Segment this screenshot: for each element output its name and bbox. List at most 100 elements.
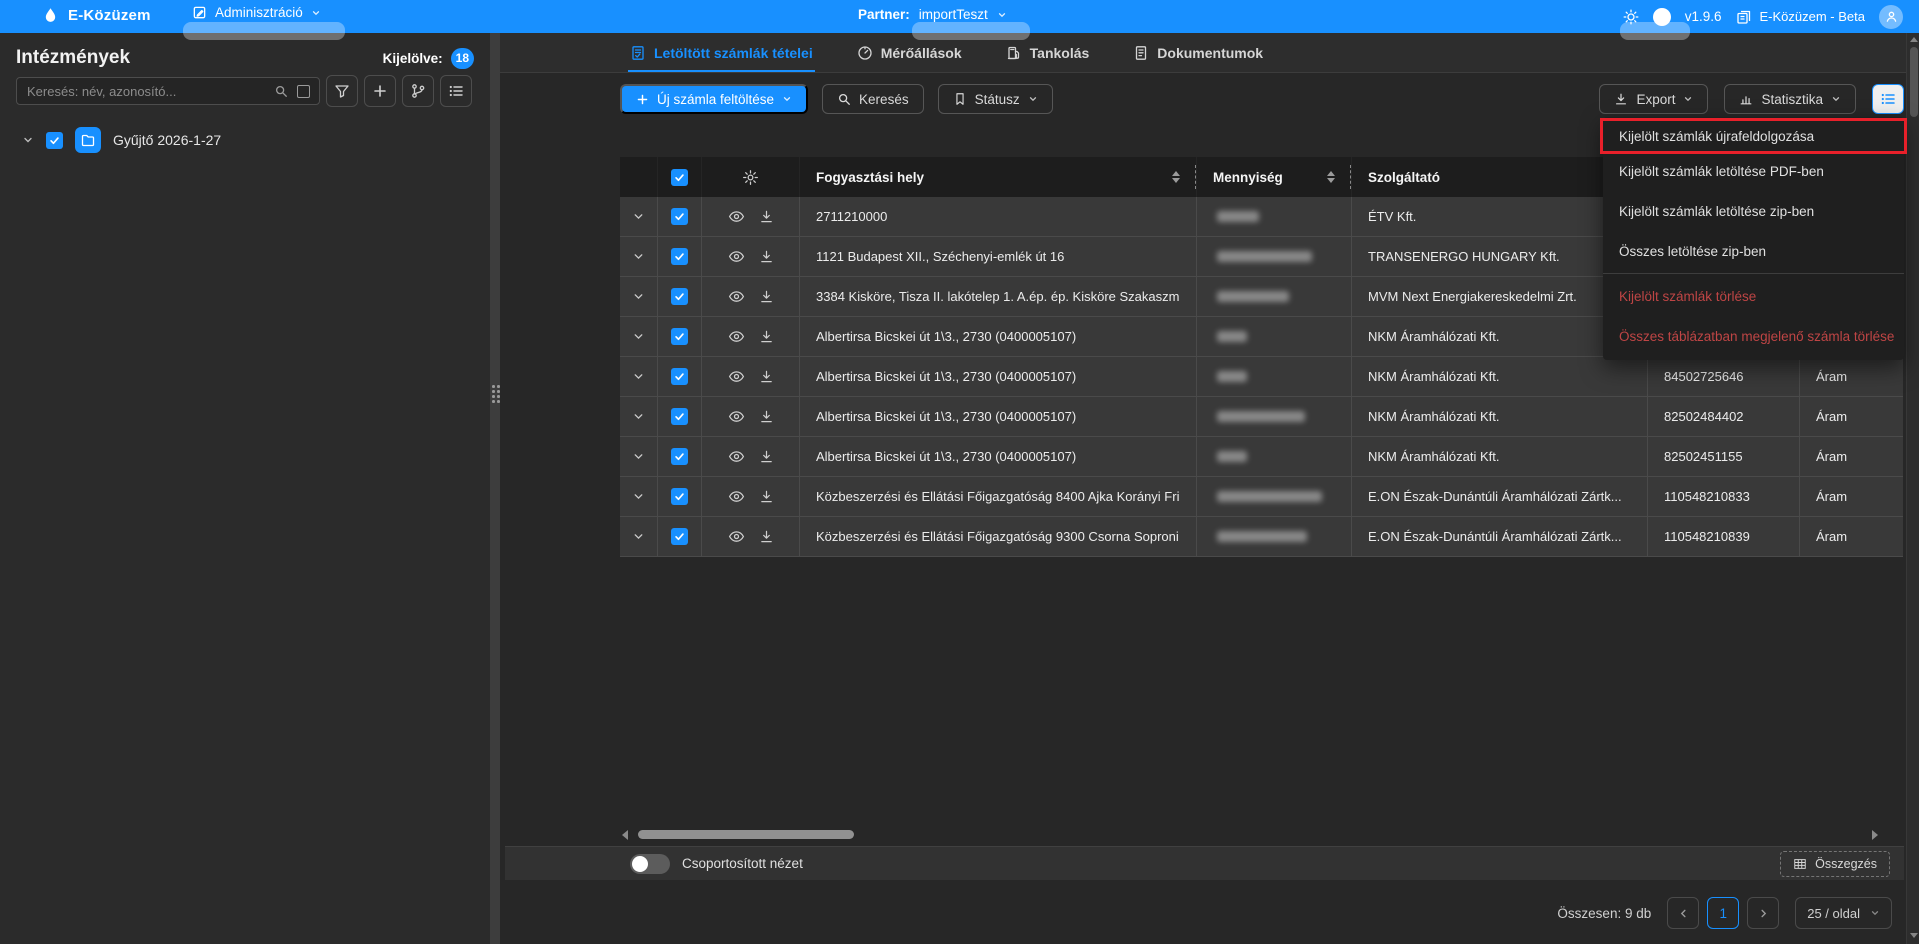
download-icon[interactable] [759,369,774,384]
hierarchy-button[interactable] [402,75,434,107]
row-checkbox[interactable] [671,368,688,385]
row-checkbox[interactable] [671,288,688,305]
add-button[interactable] [364,75,396,107]
download-icon[interactable] [759,289,774,304]
new-invoice-upload-button[interactable]: Új számla feltöltése [620,84,808,114]
table-row[interactable]: Albertirsa Bicskei út 1\3., 2730 (040000… [620,397,1903,437]
row-expand-chevron[interactable] [632,330,645,343]
sidebar-search [16,77,320,105]
row-checkbox[interactable] [671,248,688,265]
menu-item-highlighted[interactable]: Kijelölt számlák újrafeldolgozása [1603,121,1904,151]
eye-icon[interactable] [728,528,745,545]
row-checkbox[interactable] [671,528,688,545]
eye-icon[interactable] [728,368,745,385]
cell-utility-type: Áram [1816,489,1847,504]
download-icon[interactable] [759,249,774,264]
version-label: v1.9.6 [1685,9,1722,24]
search-button[interactable]: Keresés [822,84,924,114]
column-settings-button[interactable] [702,157,800,197]
scroll-left-arrow[interactable] [622,830,628,840]
table-row[interactable]: Albertirsa Bicskei út 1\3., 2730 (040000… [620,437,1903,477]
sidebar-search-input[interactable] [17,84,274,99]
tree-expand-chevron[interactable] [22,134,34,146]
eye-icon[interactable] [728,248,745,265]
vertical-scroll-thumb[interactable] [1910,47,1918,117]
column-header-consumption-site[interactable]: Fogyasztási hely [800,157,1197,197]
download-icon[interactable] [759,209,774,224]
download-icon[interactable] [759,409,774,424]
row-checkbox[interactable] [671,328,688,345]
sidebar-institutions: Intézmények Kijelölve: 18 [0,33,490,944]
pagination-prev-button[interactable] [1667,897,1699,929]
form-icon [192,5,207,20]
sort-icon[interactable] [1164,171,1180,183]
row-expand-chevron[interactable] [632,370,645,383]
row-expand-chevron[interactable] [632,250,645,263]
download-icon[interactable] [759,449,774,464]
table-row[interactable]: Közbeszerzési és Ellátási Főigazgatóság … [620,517,1903,557]
row-checkbox[interactable] [671,448,688,465]
menu-item[interactable]: Kijelölt számlák letöltése PDF-ben [1603,151,1904,191]
user-avatar[interactable] [1879,5,1903,29]
cell-quantity-masked [1197,197,1352,236]
folder-icon[interactable] [75,127,101,153]
eye-icon[interactable] [728,208,745,225]
row-expand-chevron[interactable] [632,210,645,223]
table-row[interactable]: Albertirsa Bicskei út 1\3., 2730 (040000… [620,357,1903,397]
scroll-up-arrow[interactable] [1910,37,1918,42]
row-expand-chevron[interactable] [632,450,645,463]
theme-toggle[interactable] [1653,8,1671,26]
summary-button[interactable]: Összegzés [1780,851,1890,877]
bulk-actions-menu-button[interactable] [1872,84,1904,114]
scroll-right-arrow[interactable] [1872,830,1878,840]
search-icon[interactable] [274,84,288,98]
statistics-button[interactable]: Statisztika [1724,84,1856,114]
column-resize-handle[interactable] [1195,165,1196,189]
menu-item[interactable]: Összes táblázatban megjelenő számla törl… [1603,316,1904,356]
eye-icon[interactable] [728,448,745,465]
pagination-next-button[interactable] [1747,897,1779,929]
grouped-view-toggle[interactable] [630,854,670,874]
menu-item[interactable]: Kijelölt számlák letöltése zip-ben [1603,191,1904,231]
exact-match-checkbox[interactable] [297,85,310,98]
vertical-scrollbar[interactable] [1906,33,1919,944]
partner-selector[interactable]: Partner: importTeszt [858,7,1007,22]
panel-splitter[interactable] [490,33,500,944]
download-icon[interactable] [759,489,774,504]
row-expand-chevron[interactable] [632,410,645,423]
horizontal-scrollbar[interactable] [620,827,1892,841]
menu-item[interactable]: Kijelölt számlák törlése [1603,276,1904,316]
eye-icon[interactable] [728,408,745,425]
list-view-button[interactable] [440,75,472,107]
export-button[interactable]: Export [1599,84,1708,114]
download-icon[interactable] [759,529,774,544]
row-checkbox[interactable] [671,408,688,425]
menu-item[interactable]: Összes letöltése zip-ben [1603,231,1904,271]
eye-icon[interactable] [728,288,745,305]
column-header-quantity[interactable]: Mennyiség [1197,157,1352,197]
tab-documents[interactable]: Dokumentumok [1133,33,1263,72]
eye-icon[interactable] [728,328,745,345]
cell-invoice-number: 82502451155 [1664,449,1743,464]
download-icon[interactable] [759,329,774,344]
page-size-select[interactable]: 25 / oldal [1795,897,1892,929]
table-row[interactable]: Közbeszerzési és Ellátási Főigazgatóság … [620,477,1903,517]
row-checkbox[interactable] [671,208,688,225]
row-expand-chevron[interactable] [632,490,645,503]
tree-checkbox[interactable] [46,132,63,149]
tree-item-collector[interactable]: Gyűjtő 2026-1-27 [22,126,221,154]
filter-button[interactable] [326,75,358,107]
sort-icon[interactable] [1319,171,1335,183]
row-checkbox[interactable] [671,488,688,505]
scroll-down-arrow[interactable] [1910,933,1918,938]
column-resize-handle[interactable] [1350,165,1351,189]
pagination-page-1[interactable]: 1 [1707,897,1739,929]
row-expand-chevron[interactable] [632,290,645,303]
tab-downloaded-invoices[interactable]: Letöltött számlák tételei [630,33,813,72]
eye-icon[interactable] [728,488,745,505]
nav-admin-menu[interactable]: Adminisztráció [192,5,321,20]
horizontal-scroll-thumb[interactable] [638,830,854,839]
select-all-checkbox[interactable] [658,157,702,197]
row-expand-chevron[interactable] [632,530,645,543]
status-filter-button[interactable]: Státusz [938,84,1053,114]
